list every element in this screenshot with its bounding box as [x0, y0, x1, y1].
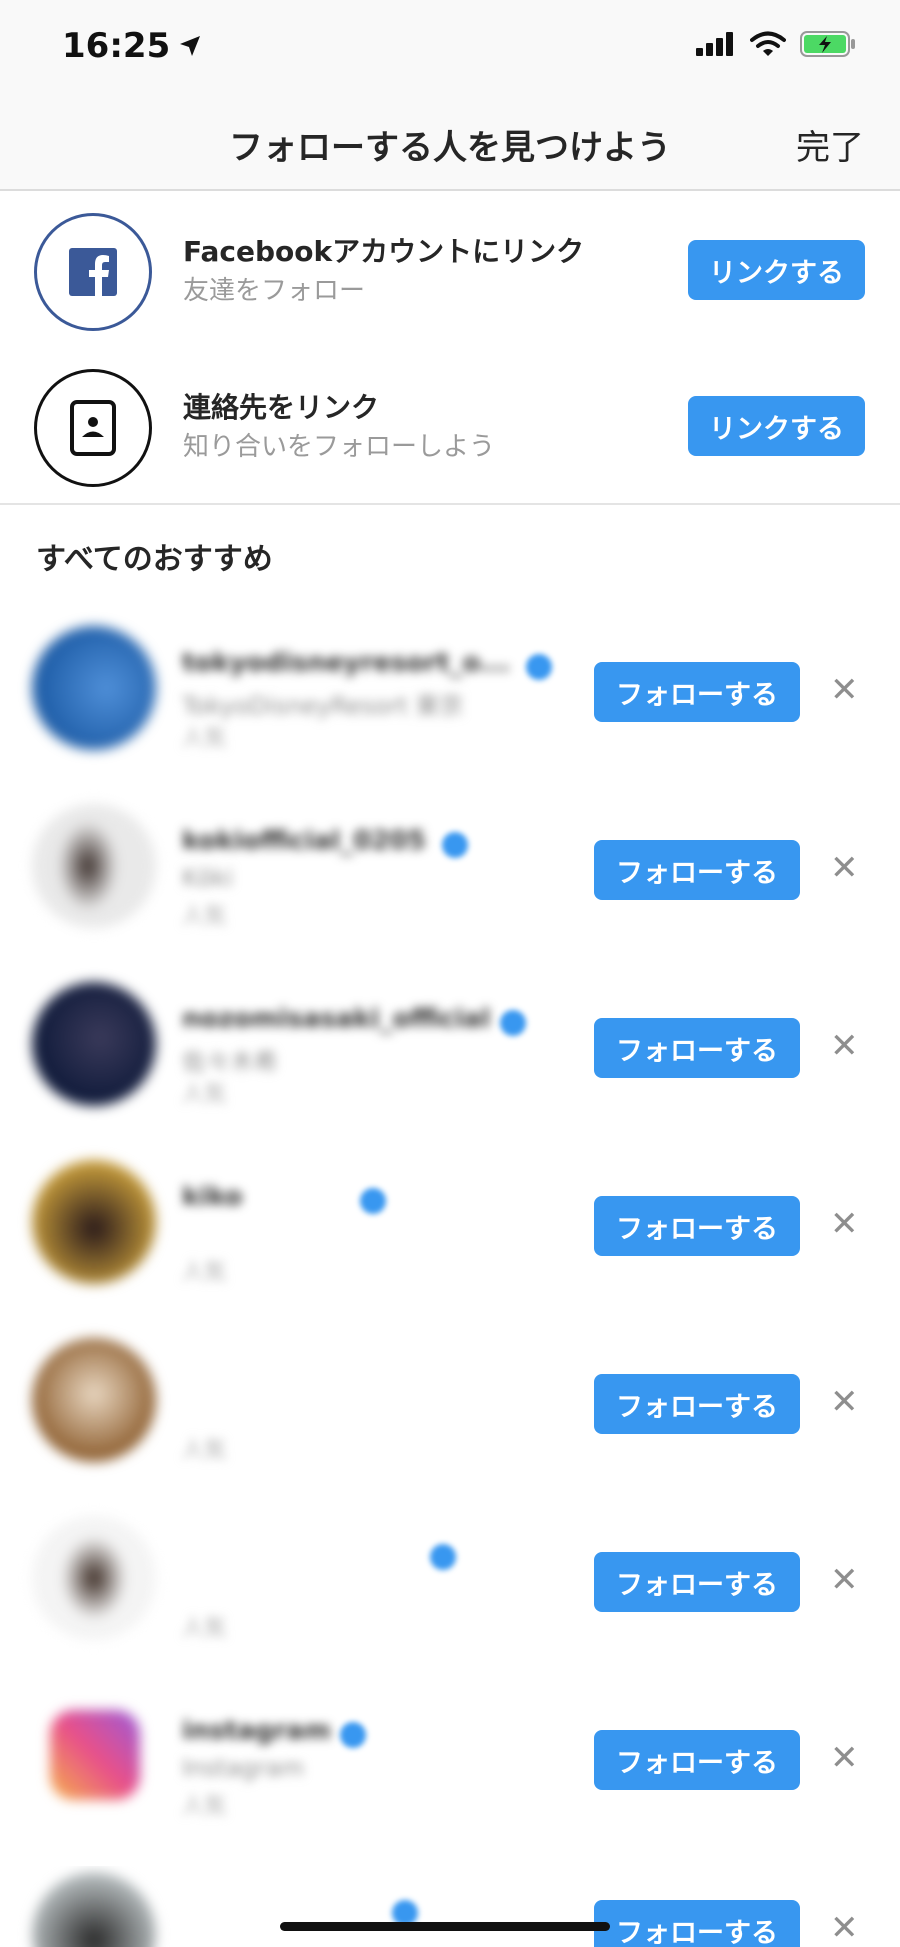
avatar[interactable] — [32, 1516, 156, 1640]
follow-button[interactable]: フォローする — [594, 662, 800, 722]
facebook-link-button[interactable]: リンクする — [688, 240, 865, 300]
signal-icon — [696, 32, 733, 56]
facebook-icon-circle — [34, 213, 152, 331]
follow-button[interactable]: フォローする — [594, 1900, 800, 1947]
contacts-link-button[interactable]: リンクする — [688, 396, 865, 456]
verified-badge-icon — [360, 1188, 386, 1214]
suggestion-tag: 人気 — [182, 1794, 227, 1819]
home-indicator[interactable] — [280, 1922, 610, 1931]
dismiss-icon[interactable]: ✕ — [830, 1908, 859, 1947]
dismiss-icon[interactable]: ✕ — [830, 1204, 859, 1244]
verified-badge-icon — [500, 1010, 526, 1036]
follow-button[interactable]: フォローする — [594, 1018, 800, 1078]
suggestion-row[interactable]: kiko 人気 フォローする ✕ — [0, 1154, 900, 1332]
suggestion-tag: 人気 — [182, 904, 227, 929]
avatar[interactable] — [32, 1338, 156, 1462]
page-title: フォローする人を見つけよう — [229, 128, 671, 168]
top-bar: 16:25 フォローする人を見つけよう 完了 — [0, 0, 900, 191]
suggestion-row[interactable]: 人気 フォローする ✕ — [0, 1510, 900, 1688]
avatar[interactable] — [32, 1872, 156, 1947]
verified-badge-icon — [430, 1544, 456, 1570]
status-indicators — [696, 30, 856, 58]
contacts-link-row: 連絡先をリンク 知り合いをフォローしよう リンクする — [0, 356, 900, 506]
dismiss-icon[interactable]: ✕ — [830, 1560, 859, 1600]
avatar[interactable] — [32, 626, 156, 750]
facebook-link-row: Facebookアカウントにリンク 友達をフォロー リンクする — [0, 200, 900, 350]
follow-button[interactable]: フォローする — [594, 840, 800, 900]
suggestion-tag: 人気 — [182, 1260, 227, 1285]
facebook-icon — [69, 248, 117, 296]
status-time: 16:25 — [62, 26, 202, 66]
suggestion-tag: 人気 — [182, 1616, 227, 1641]
section-title: すべてのおすすめ — [36, 542, 273, 577]
dismiss-icon[interactable]: ✕ — [830, 670, 859, 710]
dismiss-icon[interactable]: ✕ — [830, 848, 859, 888]
verified-badge-icon — [340, 1722, 366, 1748]
suggestion-username[interactable]: nozomisasaki_official — [182, 1004, 490, 1034]
suggestion-tag: 人気 — [182, 1082, 227, 1107]
wifi-icon — [750, 31, 786, 56]
contacts-link-title: 連絡先をリンク — [183, 391, 380, 424]
suggestion-row[interactable]: kokiofficial_0205 Kōki 人気 フォローする ✕ — [0, 798, 900, 976]
suggestion-username[interactable]: kiko — [182, 1182, 243, 1212]
done-button[interactable]: 完了 — [796, 120, 864, 169]
dismiss-icon[interactable]: ✕ — [830, 1026, 859, 1066]
suggestion-row[interactable]: instagram Instagram 人気 フォローする ✕ — [0, 1688, 900, 1866]
suggestion-tag: 人気 — [182, 726, 227, 751]
facebook-link-title: Facebookアカウントにリンク — [183, 235, 585, 268]
location-arrow-icon — [180, 36, 201, 56]
verified-badge-icon — [442, 832, 468, 858]
suggestion-row[interactable]: 人気 フォローする ✕ — [0, 1332, 900, 1510]
suggestion-fullname: Instagram — [182, 1754, 305, 1782]
avatar[interactable] — [32, 982, 156, 1106]
suggestion-username[interactable]: kokiofficial_0205 — [182, 826, 426, 856]
follow-button[interactable]: フォローする — [594, 1552, 800, 1612]
suggestion-row[interactable]: nozomisasaki_official 佐々木希 人気 フォローする ✕ — [0, 976, 900, 1154]
contacts-icon-circle — [34, 369, 152, 487]
follow-button[interactable]: フォローする — [594, 1374, 800, 1434]
status-time-text: 16:25 — [62, 26, 171, 66]
dismiss-icon[interactable]: ✕ — [830, 1382, 859, 1422]
follow-button[interactable]: フォローする — [594, 1196, 800, 1256]
avatar[interactable] — [32, 804, 156, 928]
suggestion-username[interactable]: instagram — [182, 1716, 331, 1746]
suggestion-row[interactable]: フォローする ✕ — [0, 1866, 900, 1947]
verified-badge-icon — [526, 654, 552, 680]
suggestion-username[interactable]: tokyodisneyresort_o... — [182, 648, 510, 678]
suggestion-fullname: 佐々木希 — [182, 1048, 278, 1076]
suggestion-fullname: TokyoDisneyResort 東京 — [182, 692, 464, 720]
follow-button[interactable]: フォローする — [594, 1730, 800, 1790]
avatar[interactable] — [32, 1160, 156, 1284]
contacts-icon — [70, 400, 116, 456]
instagram-logo-avatar[interactable] — [50, 1710, 140, 1800]
suggestion-fullname: Kōki — [182, 864, 233, 892]
battery-charging-icon — [800, 31, 855, 57]
facebook-link-subtitle: 友達をフォロー — [183, 276, 366, 306]
suggestion-row[interactable]: tokyodisneyresort_o... TokyoDisneyResort… — [0, 620, 900, 798]
section-divider — [0, 503, 900, 505]
dismiss-icon[interactable]: ✕ — [830, 1738, 859, 1778]
contacts-link-subtitle: 知り合いをフォローしよう — [183, 432, 496, 462]
suggestion-tag: 人気 — [182, 1438, 227, 1463]
